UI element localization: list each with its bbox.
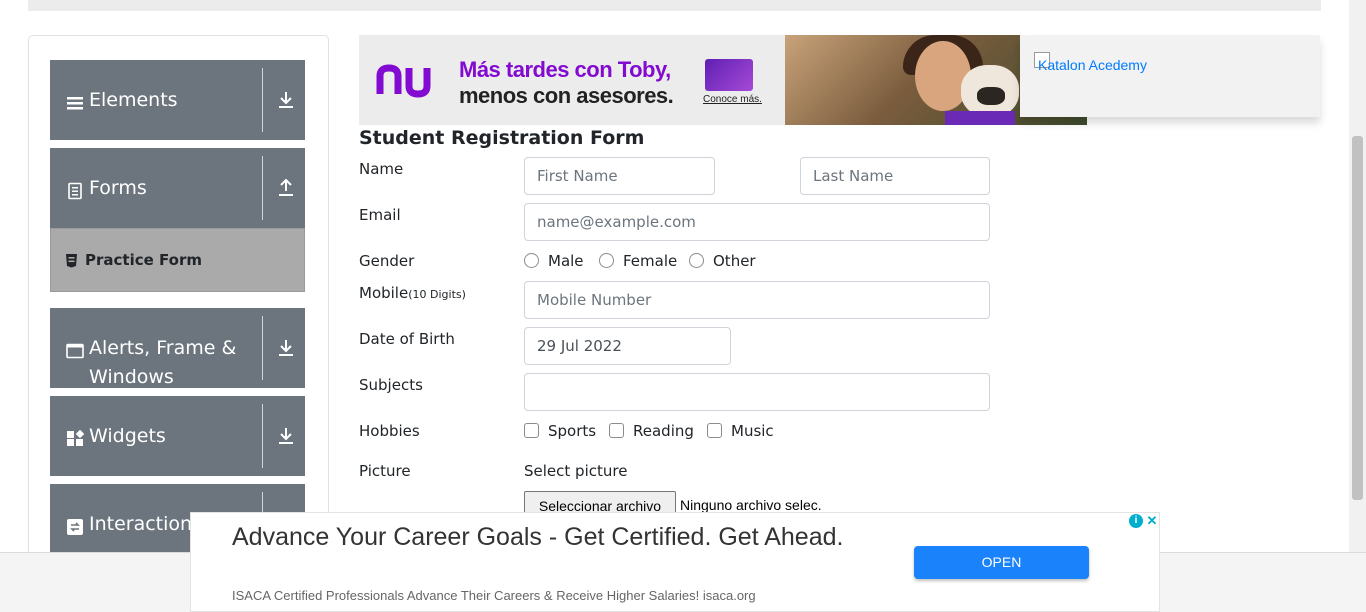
subjects-label: Subjects: [359, 376, 423, 394]
credit-card-image: [705, 59, 753, 91]
gender-other-radio[interactable]: [689, 253, 704, 268]
arrow-down-icon[interactable]: [277, 90, 295, 110]
gender-female-radio[interactable]: [599, 253, 614, 268]
name-label: Name: [359, 160, 404, 178]
arrow-up-icon[interactable]: [277, 178, 295, 198]
arrow-down-icon[interactable]: [277, 426, 295, 446]
gender-option-label[interactable]: Female: [623, 252, 677, 270]
hobby-option-label[interactable]: Sports: [548, 422, 596, 440]
bottom-ad[interactable]: Advance Your Career Goals - Get Certifie…: [190, 512, 1160, 612]
window-icon: [66, 343, 84, 359]
sidebar-group-forms[interactable]: Forms: [50, 148, 305, 228]
subjects-input[interactable]: [524, 373, 990, 411]
last-name-input[interactable]: Last Name: [800, 157, 990, 195]
file-status-text: Ninguno archivo selec.: [680, 497, 822, 513]
top-ad-banner[interactable]: Más tardes con Toby, menos con asesores.…: [359, 35, 1087, 125]
mobile-input[interactable]: Mobile Number: [524, 281, 990, 319]
document-icon: [68, 182, 82, 200]
email-input[interactable]: name@example.com: [524, 203, 990, 241]
photo-dog-snout: [977, 87, 1005, 105]
arrow-down-icon[interactable]: [277, 338, 295, 358]
ad-cta-link[interactable]: Conoce más.: [703, 94, 762, 105]
sidebar-group-elements[interactable]: Elements: [50, 60, 305, 140]
dob-label: Date of Birth: [359, 330, 455, 348]
page-scrollbar[interactable]: [1349, 0, 1366, 552]
sidebar-group-label: Elements: [89, 89, 178, 111]
select-picture-label: Select picture: [524, 462, 628, 480]
email-label: Email: [359, 206, 401, 224]
sidebar-group-alerts[interactable]: Alerts, Frame & Windows: [50, 308, 305, 388]
gender-label: Gender: [359, 252, 415, 270]
sidebar-item-label: Practice Form: [85, 251, 202, 269]
mobile-label-text: Mobile: [359, 284, 409, 302]
hobby-music-checkbox[interactable]: [707, 423, 722, 438]
hobby-option-label[interactable]: Reading: [633, 422, 694, 440]
dob-input[interactable]: 29 Jul 2022: [524, 327, 731, 365]
sidebar-group-widgets[interactable]: Widgets: [50, 396, 305, 476]
adchoices-icon[interactable]: i: [1129, 514, 1143, 528]
hobby-option-label[interactable]: Music: [731, 422, 774, 440]
hobby-reading-checkbox[interactable]: [609, 423, 624, 438]
list-icon: [67, 97, 83, 110]
bottom-ad-subtext[interactable]: ISACA Certified Professionals Advance Th…: [232, 588, 756, 603]
gender-male-radio[interactable]: [524, 253, 539, 268]
sidebar-group-label: Alerts, Frame & Windows: [89, 337, 237, 388]
mobile-label: Mobile(10 Digits): [359, 284, 466, 302]
first-name-input[interactable]: First Name: [524, 157, 715, 195]
divider: [262, 156, 263, 220]
side-ad-alt-text[interactable]: Katalon Acedemy: [1038, 57, 1147, 73]
top-banner: [28, 0, 1321, 11]
picture-label: Picture: [359, 462, 411, 480]
html5-icon: [66, 254, 77, 268]
divider: [262, 316, 263, 380]
nu-logo: [376, 64, 431, 98]
scrollbar-thumb[interactable]: [1352, 136, 1363, 500]
sidebar-group-label: Widgets: [89, 425, 166, 447]
sidebar-group-label: Forms: [89, 177, 147, 199]
form-title: Student Registration Form: [359, 127, 645, 149]
hobby-sports-checkbox[interactable]: [524, 423, 539, 438]
open-button[interactable]: OPEN: [914, 546, 1089, 579]
close-ad-icon[interactable]: ✕: [1145, 514, 1159, 528]
side-ad[interactable]: Katalon Acedemy: [1020, 35, 1320, 117]
sidebar-group-label: Interactions: [89, 513, 202, 535]
ad-headline-line1: Más tardes con Toby,: [459, 57, 671, 82]
interactions-icon: [67, 519, 83, 535]
mobile-hint: (10 Digits): [408, 288, 466, 301]
divider: [262, 404, 263, 468]
sidebar: Elements Forms Practice Form Alerts, Fra…: [28, 35, 329, 575]
gender-option-label[interactable]: Male: [548, 252, 584, 270]
sidebar-item-practice-form[interactable]: Practice Form: [50, 228, 305, 292]
bottom-ad-headline[interactable]: Advance Your Career Goals - Get Certifie…: [232, 521, 852, 553]
divider: [262, 68, 263, 132]
photo-shirt: [945, 111, 1015, 125]
hobbies-label: Hobbies: [359, 422, 420, 440]
ad-headline-line2: menos con asesores.: [459, 83, 674, 108]
gender-option-label[interactable]: Other: [713, 252, 756, 270]
widgets-icon: [67, 430, 84, 446]
